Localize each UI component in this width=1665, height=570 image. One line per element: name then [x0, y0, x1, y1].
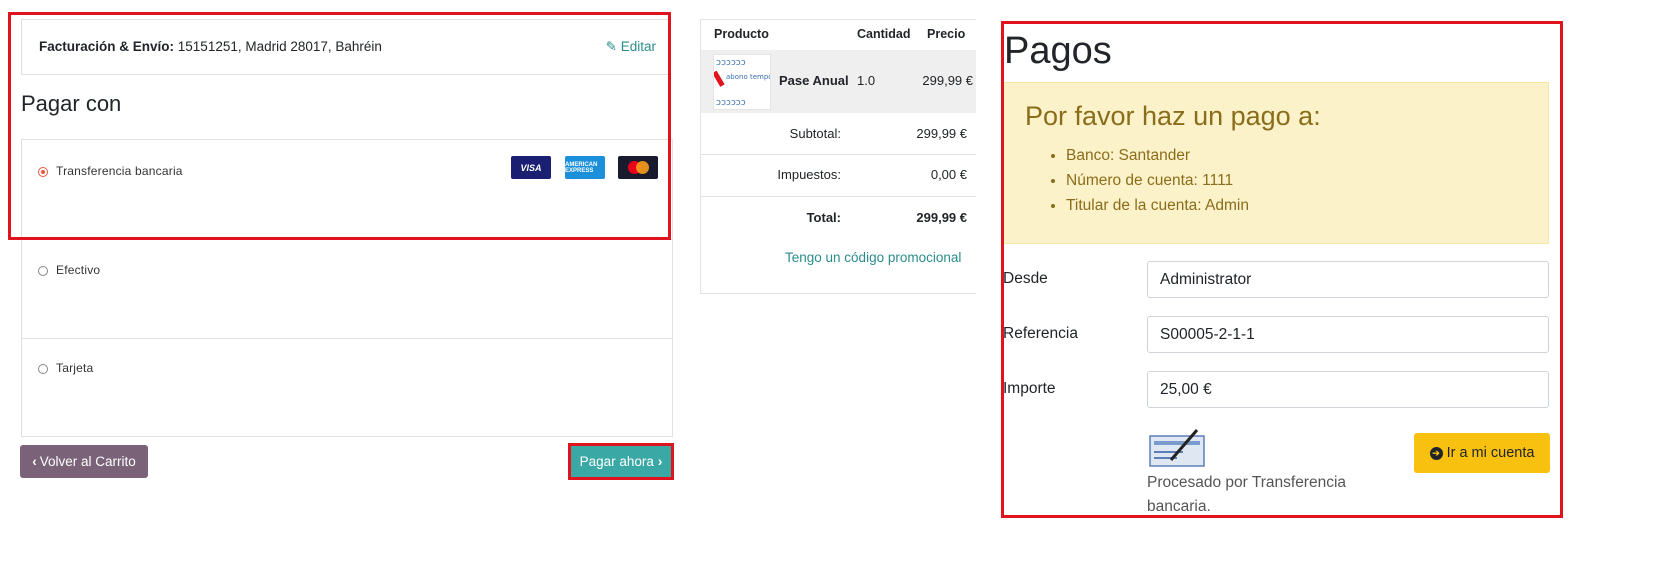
item-name: Pase Anual: [779, 73, 849, 88]
product-thumbnail: ↄↄↄↄↄↄ abono temporada ↄↄↄↄↄↄ: [712, 54, 788, 110]
header-price: Precio: [927, 27, 966, 41]
subtotal-label: Subtotal:: [789, 126, 841, 141]
item-quantity: 1.0: [857, 73, 876, 88]
pay-now-button[interactable]: Pagar ahora ›: [571, 446, 671, 477]
chevron-right-icon: ›: [657, 454, 663, 469]
chevron-left-icon: ‹: [32, 454, 37, 469]
highlight-box-payment: [8, 12, 671, 240]
radio-card[interactable]: [38, 364, 48, 374]
pay-button-label: Pagar ahora: [579, 454, 654, 469]
divider: [701, 196, 976, 197]
radio-cash[interactable]: [38, 266, 48, 276]
promo-code-link[interactable]: Tengo un código promocional: [785, 250, 961, 265]
item-price: 299,99 €: [922, 73, 973, 88]
method-label-card: Tarjeta: [56, 361, 94, 375]
back-to-cart-button[interactable]: ‹ Volver al Carrito: [20, 445, 148, 478]
highlight-box-payments: [1001, 21, 1563, 518]
method-label-cash: Efectivo: [56, 263, 101, 277]
subtotal-value: 299,99 €: [916, 126, 967, 141]
svg-text:ↄↄↄↄↄↄ: ↄↄↄↄↄↄ: [716, 58, 746, 68]
divider: [701, 154, 976, 155]
header-quantity: Cantidad: [857, 27, 911, 41]
header-product: Producto: [714, 27, 769, 41]
payment-method-cash[interactable]: Efectivo: [22, 240, 672, 339]
svg-text:ↄↄↄↄↄↄ: ↄↄↄↄↄↄ: [716, 98, 746, 108]
total-value: 299,99 €: [916, 210, 967, 225]
total-label: Total:: [806, 210, 841, 225]
back-button-label: Volver al Carrito: [39, 454, 136, 469]
taxes-label: Impuestos:: [777, 167, 841, 182]
payment-method-card[interactable]: Tarjeta: [22, 339, 672, 437]
order-summary: Producto Cantidad Precio ↄↄↄↄↄↄ abono te…: [700, 19, 976, 294]
thumb-text: abono temporada: [726, 73, 770, 81]
taxes-value: 0,00 €: [930, 167, 967, 182]
